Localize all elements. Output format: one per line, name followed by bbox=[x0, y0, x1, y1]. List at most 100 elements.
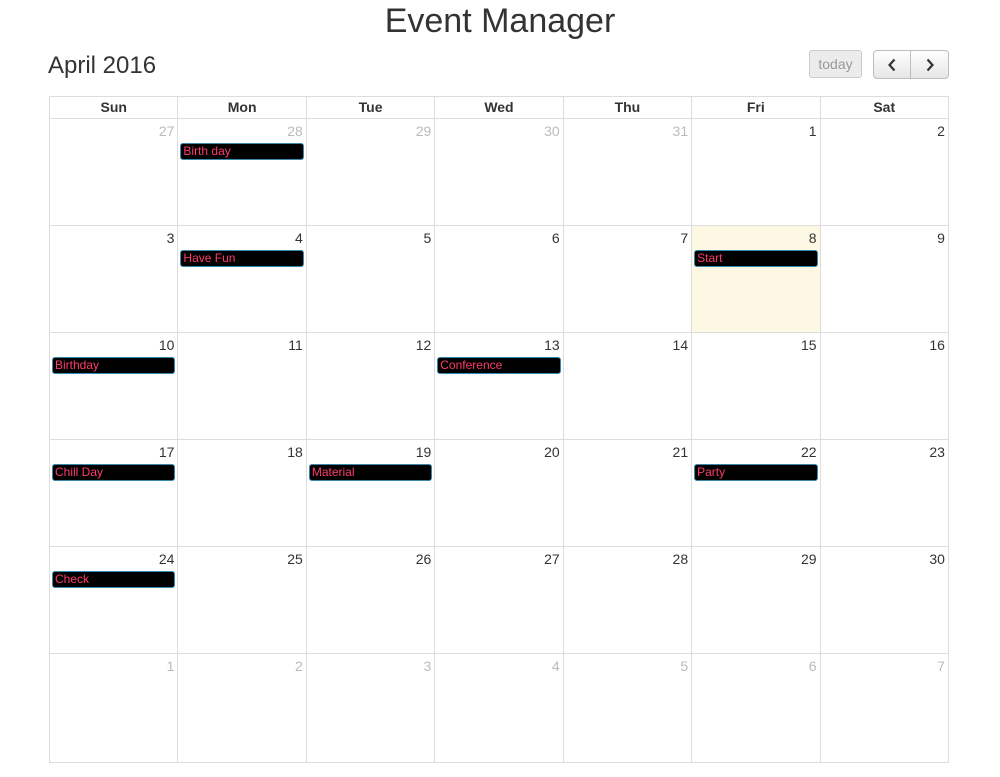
prev-month-button[interactable] bbox=[873, 50, 911, 79]
day-cell[interactable]: 13 Conference bbox=[435, 333, 564, 439]
day-cell[interactable]: 20 bbox=[435, 440, 564, 546]
week-row: 17 Chill Day 18 19 Material 20 21 22 Party 23 bbox=[50, 440, 948, 547]
week-row: 1 2 3 4 5 6 7 bbox=[50, 654, 948, 762]
day-cell[interactable]: 2 bbox=[821, 119, 948, 225]
calendar-event[interactable]: Conference bbox=[437, 357, 561, 374]
weekday-label: Sun bbox=[50, 97, 179, 118]
chevron-left-icon bbox=[888, 58, 896, 71]
day-cell[interactable]: 10 Birthday bbox=[50, 333, 179, 439]
day-cell[interactable]: 6 bbox=[692, 654, 821, 762]
day-cell-today[interactable]: 8 Start bbox=[692, 226, 821, 332]
day-cell[interactable]: 14 bbox=[564, 333, 693, 439]
day-number: 23 bbox=[929, 444, 945, 460]
calendar-event[interactable]: Party bbox=[694, 464, 818, 481]
day-number: 5 bbox=[423, 230, 432, 246]
week-row: 24 Check 25 26 27 28 29 30 bbox=[50, 547, 948, 654]
day-cell[interactable]: 4 Have Fun bbox=[178, 226, 307, 332]
day-cell[interactable]: 17 Chill Day bbox=[50, 440, 179, 546]
day-cell[interactable]: 3 bbox=[307, 654, 436, 762]
day-cell[interactable]: 24 Check bbox=[50, 547, 179, 653]
day-number: 2 bbox=[295, 658, 303, 674]
week-row: 3 4 Have Fun 5 6 7 8 Start 9 bbox=[50, 226, 948, 333]
calendar-event[interactable]: Have Fun bbox=[180, 250, 304, 267]
day-number: 13 bbox=[544, 337, 560, 353]
weekday-header: Sun Mon Tue Wed Thu Fri Sat bbox=[50, 97, 948, 119]
calendar-event[interactable]: Material bbox=[308, 464, 433, 481]
day-number: 19 bbox=[415, 444, 432, 460]
weekday-label: Fri bbox=[692, 97, 821, 118]
day-number: 18 bbox=[287, 444, 303, 460]
day-number: 22 bbox=[800, 444, 817, 460]
day-cell[interactable]: 18 bbox=[178, 440, 307, 546]
day-number: 31 bbox=[672, 123, 689, 139]
day-cell[interactable]: 29 bbox=[307, 119, 436, 225]
day-cell[interactable]: 1 bbox=[692, 119, 821, 225]
day-number: 3 bbox=[166, 230, 175, 246]
day-cell[interactable]: 16 bbox=[821, 333, 948, 439]
day-cell[interactable]: 30 bbox=[821, 547, 948, 653]
calendar-event[interactable]: Chill Day bbox=[52, 464, 176, 481]
day-number: 16 bbox=[929, 337, 945, 353]
day-number: 6 bbox=[808, 658, 817, 674]
weekday-label: Sat bbox=[873, 99, 896, 115]
day-cell[interactable]: 12 bbox=[307, 333, 436, 439]
day-cell[interactable]: 15 bbox=[692, 333, 821, 439]
calendar-event[interactable]: Check bbox=[52, 571, 176, 588]
day-number: 17 bbox=[158, 444, 175, 460]
day-number: 28 bbox=[287, 123, 303, 139]
day-cell[interactable]: 9 bbox=[821, 226, 948, 332]
day-number: 3 bbox=[423, 658, 432, 674]
weekday-label: Thu bbox=[564, 97, 693, 118]
day-cell[interactable]: 27 bbox=[435, 547, 564, 653]
day-cell[interactable]: 11 bbox=[178, 333, 307, 439]
day-cell[interactable]: 21 bbox=[564, 440, 693, 546]
day-number: 7 bbox=[680, 230, 689, 246]
month-calendar: Sun Mon Tue Wed Thu Fri Sat 27 28 Birth da… bbox=[49, 96, 949, 763]
day-cell[interactable]: 4 bbox=[435, 654, 564, 762]
day-number: 30 bbox=[929, 551, 945, 567]
day-cell[interactable]: 22 Party bbox=[692, 440, 821, 546]
day-number: 8 bbox=[808, 230, 817, 246]
day-cell[interactable]: 28 Birth day bbox=[178, 119, 307, 225]
day-number: 7 bbox=[937, 658, 945, 674]
chevron-right-icon bbox=[926, 58, 934, 71]
day-cell[interactable]: 1 bbox=[50, 654, 179, 762]
day-number: 27 bbox=[544, 551, 560, 567]
day-cell[interactable]: 23 bbox=[821, 440, 948, 546]
week-row: 10 Birthday 11 12 13 Conference 14 15 16 bbox=[50, 333, 948, 440]
day-cell[interactable]: 6 bbox=[435, 226, 564, 332]
day-number: 26 bbox=[415, 551, 432, 567]
day-number: 20 bbox=[544, 444, 560, 460]
day-cell[interactable]: 27 bbox=[50, 119, 179, 225]
week-row: 27 28 Birth day 29 30 31 1 2 bbox=[50, 119, 948, 226]
day-number: 9 bbox=[937, 230, 945, 246]
calendar-event[interactable]: Birth day bbox=[180, 143, 304, 160]
day-cell[interactable]: 7 bbox=[821, 654, 948, 762]
day-cell[interactable]: 5 bbox=[307, 226, 436, 332]
day-cell[interactable]: 2 bbox=[178, 654, 307, 762]
day-cell[interactable]: 31 bbox=[564, 119, 693, 225]
day-cell[interactable]: 29 bbox=[692, 547, 821, 653]
weekday-label: Tue bbox=[307, 97, 436, 118]
day-number: 4 bbox=[551, 658, 560, 674]
day-cell[interactable]: 30 bbox=[435, 119, 564, 225]
today-button[interactable]: today bbox=[809, 50, 862, 78]
calendar-event[interactable]: Start bbox=[694, 250, 818, 267]
day-number: 5 bbox=[680, 658, 689, 674]
day-number: 2 bbox=[937, 123, 945, 139]
day-cell[interactable]: 26 bbox=[307, 547, 436, 653]
day-number: 24 bbox=[158, 551, 175, 567]
day-number: 11 bbox=[288, 337, 303, 353]
day-cell[interactable]: 28 bbox=[564, 547, 693, 653]
day-number: 15 bbox=[800, 337, 817, 353]
next-month-button[interactable] bbox=[911, 50, 949, 79]
day-number: 29 bbox=[415, 123, 432, 139]
day-number: 28 bbox=[672, 551, 689, 567]
day-number: 25 bbox=[287, 551, 303, 567]
day-cell[interactable]: 7 bbox=[564, 226, 693, 332]
day-cell[interactable]: 5 bbox=[564, 654, 693, 762]
calendar-event[interactable]: Birthday bbox=[52, 357, 176, 374]
day-cell[interactable]: 19 Material bbox=[307, 440, 436, 546]
day-cell[interactable]: 25 bbox=[178, 547, 307, 653]
day-cell[interactable]: 3 bbox=[50, 226, 179, 332]
